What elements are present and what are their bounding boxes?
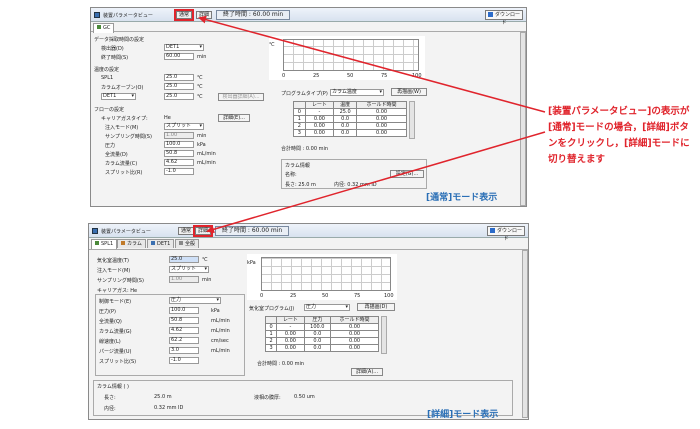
annotation-arrows xyxy=(198,15,546,234)
arrow-to-detail-button xyxy=(206,131,546,234)
annotation-text: [装置パラメータビュー]の表示が[通常]モードの場合，[詳細]ボタンをクリックし… xyxy=(548,106,690,165)
arrow-to-normal-button xyxy=(198,15,546,113)
